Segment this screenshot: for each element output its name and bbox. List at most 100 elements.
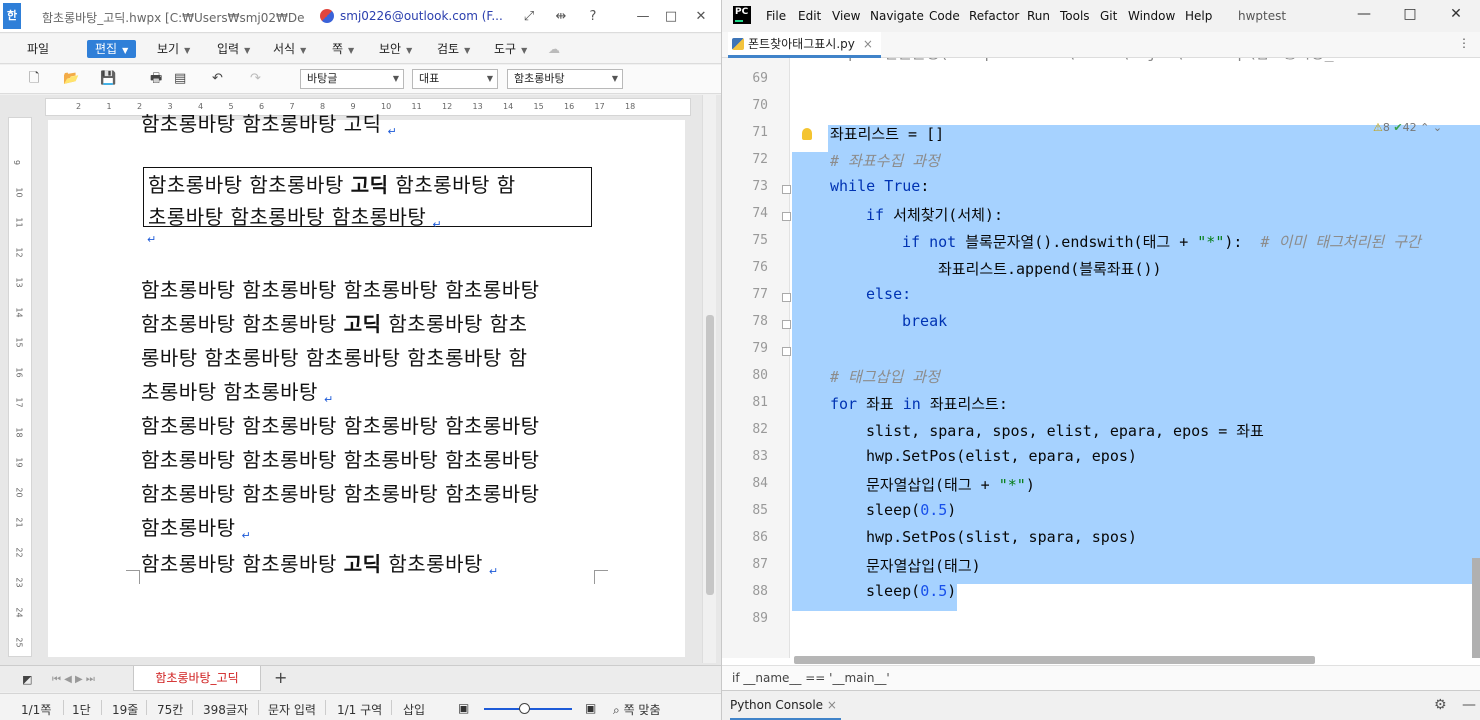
code-line: break (902, 312, 947, 330)
account-avatar[interactable] (320, 9, 334, 23)
font-select[interactable]: 함초롱바탕 ▼ (507, 69, 623, 89)
fold-marker-icon[interactable] (782, 212, 791, 221)
view-toggle-icon[interactable]: ◩ (22, 672, 32, 688)
code-punct (920, 233, 929, 251)
ruler-number: 14 (14, 307, 24, 318)
menu-git[interactable]: Git (1100, 9, 1117, 23)
preview-icon[interactable]: ▤ (174, 71, 186, 87)
maximize-button[interactable]: □ (1398, 6, 1422, 26)
vertical-scrollbar[interactable] (702, 95, 716, 663)
fullscreen-icon[interactable]: ⤢ (518, 8, 540, 26)
code-line: 좌표리스트 = [] (830, 123, 944, 144)
tab-python-console[interactable]: Python Console × (730, 691, 841, 720)
help-icon[interactable]: ? (582, 8, 604, 26)
menu-window[interactable]: Window (1128, 9, 1175, 23)
chevron-down-icon: ▼ (348, 46, 355, 55)
maximize-button[interactable]: □ (660, 8, 682, 26)
document-page[interactable]: 함초롱바탕 함초롱바탕 고딕 ↵ 함초롱바탕 함초롱바탕 고딕 함초롱바탕 함 초롱… (48, 112, 685, 657)
inspection-widget[interactable]: ⚠8 ✔42 ⌃ ⌄ (1373, 121, 1442, 134)
menu-file[interactable]: 파일 (27, 40, 49, 58)
doc-text: 함초롱바탕 함초롱바탕 함초롱바탕 함초롱바탕 (141, 482, 540, 506)
editor-scroll-thumb[interactable] (1472, 558, 1480, 658)
menu-help[interactable]: Help (1185, 9, 1212, 23)
doc-line: 롱바탕 함초롱바탕 함초롱바탕 함초롱바탕 함 (141, 342, 528, 371)
menu-page[interactable]: 쪽 ▼ (332, 40, 354, 58)
menu-edit[interactable]: 편집 ▼ (87, 40, 137, 58)
tab-list-icon[interactable]: ⋮ (1458, 36, 1470, 50)
menu-navigate[interactable]: Navigate (870, 9, 924, 23)
fold-marker-icon[interactable] (782, 347, 791, 356)
ruler-number: 21 (14, 517, 24, 528)
lightbulb-icon[interactable] (802, 128, 812, 140)
menu-view[interactable]: 보기 ▼ (157, 40, 190, 58)
ruler-number: 13 (472, 102, 483, 111)
style-select[interactable]: 바탕글 ▼ (300, 69, 404, 89)
add-tab-icon[interactable]: + (274, 670, 287, 686)
zoom-fit[interactable]: ⌕ 쪽 맞춤 (613, 701, 661, 718)
menu-review[interactable]: 검토 ▼ (437, 40, 470, 58)
minimize-button[interactable]: — (632, 8, 654, 26)
breadcrumb[interactable]: if __name__ == '__main__' (732, 671, 890, 685)
code-token: else: (866, 285, 912, 303)
menu-view[interactable]: View (832, 9, 860, 23)
zoom-out-icon[interactable]: ▣ (458, 701, 469, 715)
fold-marker-icon[interactable] (782, 185, 791, 194)
vertical-ruler[interactable]: 9 10 11 12 13 14 15 16 17 18 19 20 21 22 23 24 25 (8, 117, 32, 657)
gear-icon[interactable]: ⚙ (1434, 697, 1447, 713)
tab-document[interactable]: 함초롱바탕_고딕 (133, 666, 261, 691)
zoom-in-icon[interactable]: ▣ (585, 701, 596, 715)
doc-text: 함초롱바탕 함초롱바탕 함초롱바탕 함초롱바탕 (141, 448, 540, 472)
code-token: 0.5 (920, 582, 948, 600)
code-token: if (902, 233, 921, 251)
tab-nav-icon[interactable]: ⏮ ◀ ▶ ⏭ (52, 672, 95, 688)
fold-marker-icon[interactable] (782, 293, 791, 302)
tab-file[interactable]: 폰트찾아태그표시.py × (728, 32, 881, 58)
code-editor[interactable]: 68 69 70 71 72 73 74 75 76 77 78 79 80 81 82 83 84 85 86 87… (722, 58, 1480, 658)
account-email[interactable]: smj0226@outlook.com (F... (340, 9, 503, 23)
ruler-number: 2 (76, 102, 82, 111)
chevron-down-icon[interactable]: ⌄ (1433, 121, 1442, 134)
undo-icon[interactable]: ↶ (212, 71, 223, 87)
close-tab-icon[interactable]: × (863, 37, 873, 51)
new-document-icon[interactable]: 🗋 (29, 71, 39, 87)
scroll-thumb[interactable] (706, 315, 714, 595)
minimize-panel-icon[interactable]: — (1462, 697, 1476, 713)
menu-run[interactable]: Run (1027, 9, 1050, 23)
language-select[interactable]: 대표 ▼ (412, 69, 498, 89)
horizontal-scrollbar[interactable] (794, 656, 1315, 664)
boxed-line: 초롱바탕 함초롱바탕 함초롱바탕 ↵ (148, 201, 442, 231)
close-tab-icon[interactable]: × (827, 698, 837, 712)
fold-marker-icon[interactable] (782, 320, 791, 329)
doc-line: 함초롱바탕 ↵ (141, 512, 251, 542)
cloud-icon[interactable]: ☁ (548, 40, 560, 58)
menu-format[interactable]: 서식 ▼ (273, 40, 306, 58)
status-mode[interactable]: 문자 입력 (268, 701, 316, 718)
redo-icon[interactable]: ↷ (250, 71, 261, 87)
save-icon[interactable]: 💾 (100, 71, 116, 87)
editor-tabs: 폰트찾아태그표시.py × ⋮ (722, 32, 1480, 58)
menu-tools[interactable]: 도구 ▼ (494, 40, 527, 58)
menu-security[interactable]: 보안 ▼ (379, 40, 412, 58)
chevron-down-icon: ▼ (122, 46, 129, 55)
split-icon[interactable]: ⇹ (550, 8, 572, 26)
minimize-button[interactable]: — (1352, 6, 1376, 26)
bold-text: 고딕 (343, 552, 382, 576)
status-insert[interactable]: 삽입 (403, 701, 425, 718)
status-column: 1단 (72, 703, 91, 717)
code-token: break (902, 312, 948, 330)
chevron-up-icon[interactable]: ⌃ (1420, 121, 1429, 134)
open-folder-icon[interactable]: 📂 (63, 71, 79, 87)
zoom-slider-knob[interactable] (518, 703, 530, 714)
code-token: 좌표리스트: (920, 395, 1008, 413)
close-button[interactable]: ✕ (690, 8, 712, 26)
line-number: 85 (752, 503, 768, 518)
menu-code[interactable]: Code (929, 9, 960, 23)
menu-tools[interactable]: Tools (1060, 9, 1090, 23)
menu-edit[interactable]: Edit (798, 9, 821, 23)
menu-insert[interactable]: 입력 ▼ (217, 40, 250, 58)
code-token: hwp.SetPos(elist, epara, epos) (866, 447, 1137, 465)
menu-file[interactable]: File (766, 9, 786, 23)
print-icon[interactable]: 🖶 (150, 71, 162, 87)
close-button[interactable]: ✕ (1444, 6, 1468, 26)
menu-refactor[interactable]: Refactor (969, 9, 1019, 23)
